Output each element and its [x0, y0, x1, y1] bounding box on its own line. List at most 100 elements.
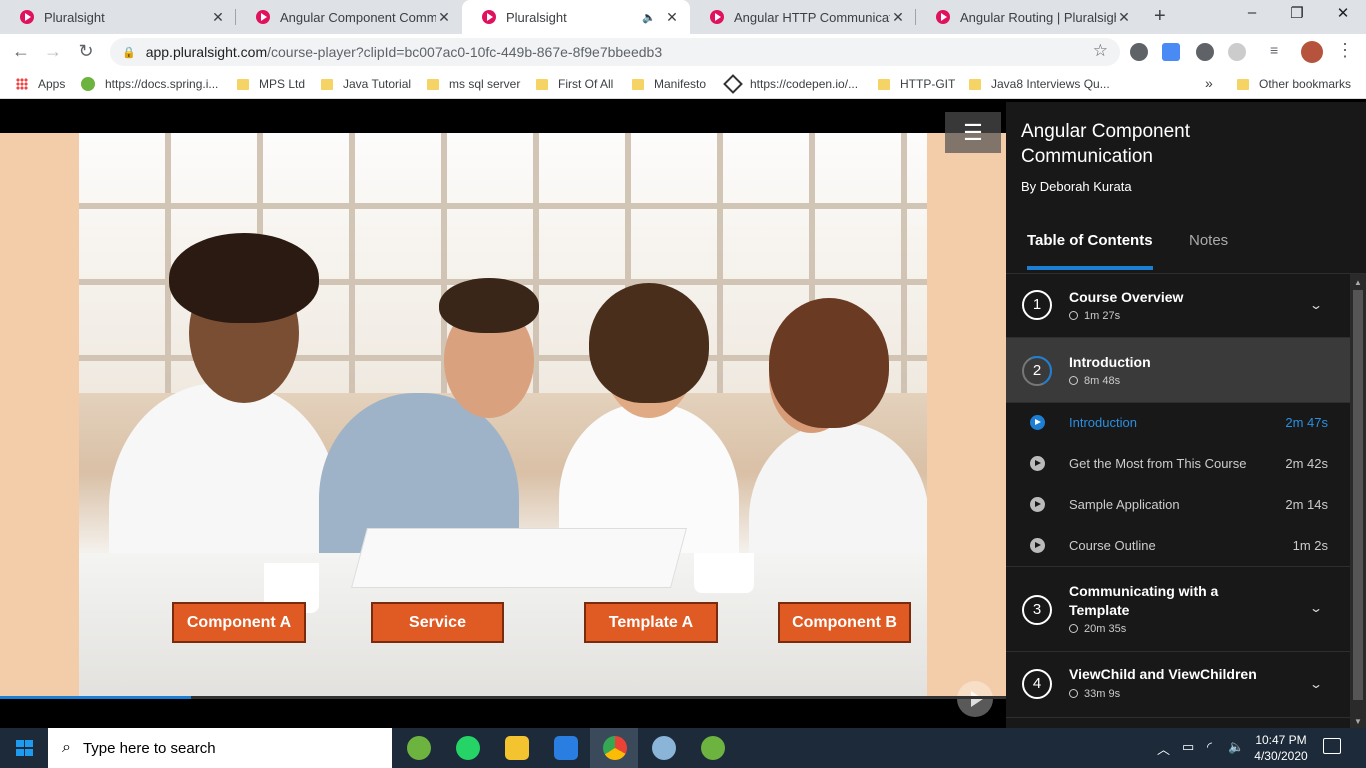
- whatsapp-icon[interactable]: [456, 736, 480, 760]
- tab-table-of-contents[interactable]: Table of Contents: [1027, 232, 1153, 270]
- spring-icon: [81, 77, 95, 91]
- reload-icon[interactable]: ↻: [75, 41, 97, 62]
- module-number: 2: [1022, 356, 1052, 386]
- extension-icon[interactable]: [1228, 43, 1246, 61]
- minimize-button[interactable]: –: [1240, 4, 1264, 21]
- chevron-down-icon[interactable]: ⌄: [1309, 601, 1323, 615]
- progress-bar[interactable]: [0, 696, 1006, 699]
- course-author: By Deborah Kurata: [1021, 179, 1132, 194]
- scroll-thumb[interactable]: [1353, 290, 1363, 700]
- browser-toolbar: ← → ↻ 🔒 app.pluralsight.com/course-playe…: [0, 34, 1366, 70]
- maximize-button[interactable]: ❐: [1285, 4, 1309, 22]
- search-placeholder: Type here to search: [82, 739, 216, 757]
- paint-icon[interactable]: [652, 736, 676, 760]
- scroll-up-arrow-icon[interactable]: ▲: [1354, 278, 1362, 287]
- module-title: ViewChild and ViewChildren: [1069, 666, 1257, 682]
- other-bookmarks[interactable]: Other bookmarks: [1237, 77, 1351, 91]
- scroll-down-arrow-icon[interactable]: ▼: [1354, 717, 1362, 726]
- browser-tab-2[interactable]: Angular Component Communi ✕: [236, 0, 462, 34]
- extension-dark-mode-icon[interactable]: [1130, 43, 1148, 61]
- chevron-down-icon[interactable]: ⌄: [1309, 298, 1323, 312]
- bookmark-ms-sql-server[interactable]: ms sql server: [427, 77, 520, 91]
- bookmark-star-icon[interactable]: ☆: [1093, 41, 1108, 61]
- toggle-sidebar-menu-icon[interactable]: ☰: [945, 112, 1001, 153]
- close-tab-icon[interactable]: ✕: [664, 9, 680, 26]
- video-frame[interactable]: Component A Service Template A Component…: [0, 133, 1006, 717]
- clip-duration: 2m 47s: [1285, 415, 1328, 430]
- slide-label-template-a: Template A: [584, 602, 718, 643]
- bookmarks-overflow-button[interactable]: »: [1205, 75, 1213, 91]
- module-title: Course Overview: [1069, 289, 1184, 305]
- bookmark-manifesto[interactable]: Manifesto: [632, 77, 706, 91]
- battery-icon[interactable]: ▭: [1182, 739, 1194, 755]
- windows-taskbar: ⌕ Type here to search ︿ ▭ ◜ 🔈 10:47 PM 4…: [0, 728, 1366, 768]
- clock-icon: [1069, 624, 1078, 633]
- taskbar-clock[interactable]: 10:47 PM 4/30/2020: [1250, 732, 1312, 764]
- tab-notes[interactable]: Notes: [1189, 232, 1228, 266]
- spring-tools-icon[interactable]: [701, 736, 725, 760]
- bookmark-http-git[interactable]: HTTP-GIT: [878, 77, 955, 91]
- windows-start-icon[interactable]: [16, 740, 33, 756]
- bookmark-java-tutorial[interactable]: Java Tutorial: [321, 77, 411, 91]
- address-bar[interactable]: 🔒 app.pluralsight.com/course-player?clip…: [110, 38, 1120, 66]
- back-arrow-icon[interactable]: ←: [10, 41, 32, 62]
- clock-icon: [1069, 689, 1078, 698]
- folder-icon: [427, 78, 439, 90]
- photos-icon[interactable]: [554, 736, 578, 760]
- wifi-icon[interactable]: ◜: [1207, 739, 1212, 755]
- extension-icon[interactable]: [1196, 43, 1214, 61]
- profile-avatar[interactable]: [1301, 41, 1323, 63]
- new-tab-button[interactable]: +: [1154, 5, 1166, 28]
- play-icon: [1030, 497, 1045, 512]
- bookmark-mps-ltd[interactable]: MPS Ltd: [237, 77, 305, 91]
- close-tab-icon[interactable]: ✕: [436, 9, 452, 26]
- file-explorer-icon[interactable]: [505, 736, 529, 760]
- module-introduction[interactable]: 2 Introduction 8m 48s: [1006, 338, 1350, 403]
- action-center-icon[interactable]: [1323, 738, 1341, 754]
- menu-kebab-icon[interactable]: ⋮: [1336, 40, 1354, 61]
- clip-introduction[interactable]: Introduction 2m 47s: [1006, 402, 1350, 443]
- clip-sample-application[interactable]: Sample Application 2m 14s: [1006, 484, 1350, 525]
- module-title: Introduction: [1069, 354, 1151, 370]
- module-viewchild-and-viewchildren[interactable]: 4 ViewChild and ViewChildren 33m 9s ⌄: [1006, 652, 1350, 718]
- bookmark-java8-interviews[interactable]: Java8 Interviews Qu...: [969, 77, 1110, 91]
- bookmark-spring-docs[interactable]: https://docs.spring.i...: [81, 77, 218, 91]
- course-sidebar: Angular Component Communication By Debor…: [1006, 102, 1366, 728]
- google-translate-icon[interactable]: [1162, 43, 1180, 61]
- close-tab-icon[interactable]: ✕: [890, 9, 906, 26]
- spring-tools-icon[interactable]: [407, 736, 431, 760]
- bookmark-first-of-all[interactable]: First Of All: [536, 77, 613, 91]
- chrome-taskbar-active[interactable]: [590, 728, 638, 768]
- close-tab-icon[interactable]: ✕: [1116, 9, 1132, 26]
- close-window-button[interactable]: ✕: [1331, 4, 1355, 22]
- chrome-icon: [603, 736, 627, 760]
- url-text: app.pluralsight.com/course-player?clipId…: [145, 44, 663, 60]
- volume-icon[interactable]: 🔈: [1228, 739, 1244, 755]
- close-tab-icon[interactable]: ✕: [210, 9, 226, 26]
- forward-arrow-icon[interactable]: →: [42, 41, 64, 62]
- play-watermark-icon: [957, 681, 993, 717]
- module-title: Communicating with a Template: [1069, 583, 1219, 618]
- sidebar-scrollbar[interactable]: ▲ ▼: [1350, 274, 1366, 728]
- blueprint-paper: [350, 528, 688, 588]
- browser-tab-1[interactable]: Pluralsight ✕: [0, 0, 236, 34]
- media-control-icon[interactable]: ≡: [1270, 42, 1288, 60]
- clip-get-the-most[interactable]: Get the Most from This Course 2m 42s: [1006, 443, 1350, 484]
- clip-duration: 1m 2s: [1292, 538, 1328, 553]
- bookmark-apps[interactable]: Apps: [16, 77, 65, 91]
- module-communicating-with-a-template[interactable]: 3 Communicating with a Template 20m 35s …: [1006, 568, 1350, 652]
- pluralsight-favicon-icon: [256, 10, 270, 24]
- taskbar-search-box[interactable]: ⌕ Type here to search: [48, 728, 392, 768]
- tab-strip: Pluralsight ✕ Angular Component Communi …: [0, 0, 1366, 34]
- apps-grid-icon: [16, 78, 28, 90]
- browser-tab-3-active[interactable]: Pluralsight 🔈 ✕: [462, 0, 690, 34]
- speaker-icon[interactable]: 🔈: [642, 11, 656, 24]
- browser-tab-5[interactable]: Angular Routing | Pluralsight ✕: [916, 0, 1142, 34]
- bookmark-codepen[interactable]: https://codepen.io/...: [723, 74, 858, 94]
- tray-chevron-up-icon[interactable]: ︿: [1157, 739, 1170, 758]
- module-course-overview[interactable]: 1 Course Overview 1m 27s ⌄: [1006, 274, 1350, 338]
- browser-tab-4[interactable]: Angular HTTP Communication ✕: [690, 0, 916, 34]
- clip-course-outline[interactable]: Course Outline 1m 2s: [1006, 525, 1350, 567]
- chevron-down-icon[interactable]: ⌄: [1309, 677, 1323, 691]
- video-player[interactable]: Component A Service Template A Component…: [0, 102, 1006, 728]
